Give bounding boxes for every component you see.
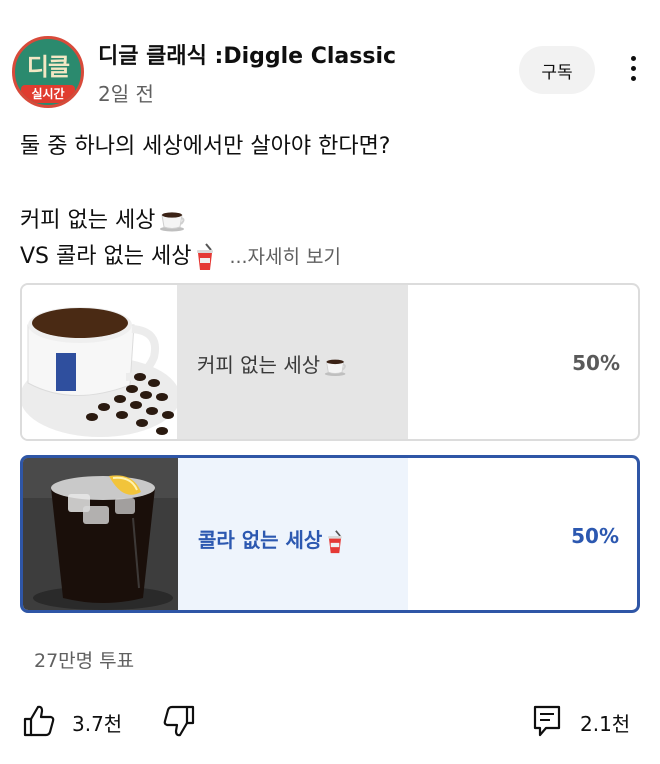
coffee-cup-icon [160, 212, 185, 232]
poll-option-label-text: 콜라 없는 세상 [198, 528, 323, 552]
post-text-line-1: 둘 중 하나의 세상에서만 살아야 한다면? [20, 134, 391, 159]
poll-option-label: 콜라 없는 세상 [198, 524, 344, 554]
like-count: 3.7천 [72, 712, 123, 736]
channel-name[interactable]: 디글 클래식 :Diggle Classic [98, 38, 396, 70]
post-text-line-3-text: VS 콜라 없는 세상 [20, 244, 192, 269]
post-timestamp: 2일 전 [98, 82, 154, 106]
poll-option-label: 커피 없는 세상 [197, 349, 348, 378]
comment-icon[interactable] [532, 704, 562, 738]
avatar-logo-text: 디클 [26, 53, 70, 81]
subscribe-button[interactable]: 구독 [519, 46, 595, 94]
post-text-line-3: VS 콜라 없는 세상 ...자세히 보기 [20, 238, 341, 271]
vote-count: 27만명 투표 [34, 650, 135, 672]
post-text-line-2-text: 커피 없는 세상 [20, 208, 156, 233]
more-options-icon[interactable] [626, 56, 640, 86]
action-bar: 3.7천 2.1천 [0, 690, 660, 750]
avatar-live-badge: 실시간 [21, 85, 75, 103]
channel-avatar[interactable]: 디클 실시간 [12, 36, 84, 108]
post-text-line-2: 커피 없는 세상 [20, 202, 187, 234]
soda-cup-icon [328, 529, 343, 553]
poll-option-cola[interactable]: 콜라 없는 세상 50% [20, 455, 640, 613]
poll-option-percent: 50% [571, 524, 619, 548]
coffee-cup-icon [324, 359, 346, 376]
coffee-cup-thumbnail [22, 285, 177, 439]
poll-option-percent: 50% [572, 351, 620, 375]
post-header: 디클 실시간 디글 클래식 :Diggle Classic 2일 전 구독 [0, 0, 660, 120]
read-more-link[interactable]: ...자세히 보기 [229, 246, 341, 268]
poll-option-coffee[interactable]: 커피 없는 세상 50% [20, 283, 640, 441]
poll-option-label-text: 커피 없는 세상 [197, 353, 321, 377]
thumbs-up-icon[interactable] [22, 704, 56, 738]
thumbs-down-icon[interactable] [162, 704, 196, 738]
soda-cup-icon [197, 243, 214, 270]
comment-count: 2.1천 [580, 712, 631, 736]
cola-glass-thumbnail [23, 458, 178, 610]
